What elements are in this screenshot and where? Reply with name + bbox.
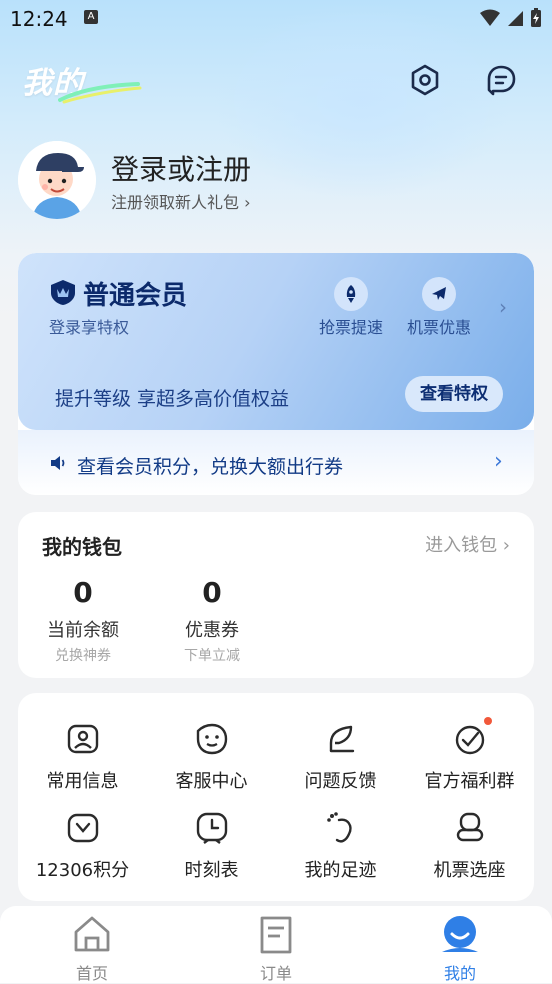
avatar-illustration xyxy=(18,141,96,219)
profile-icon xyxy=(442,916,478,952)
member-subtitle: 登录享特权 xyxy=(49,318,130,337)
battery-icon xyxy=(531,8,541,27)
service-frequent-info[interactable]: 常用信息 xyxy=(18,721,147,793)
tab-orders[interactable]: 订单 xyxy=(216,914,336,984)
status-bar: 12:24 A xyxy=(0,0,552,38)
chevron-right-icon[interactable]: › xyxy=(499,295,507,319)
service-label: 时刻表 xyxy=(184,860,239,881)
wallet-balance[interactable]: 0 当前余额 兑换神券 xyxy=(28,576,138,665)
login-register-title[interactable]: 登录或注册 xyxy=(111,148,251,188)
newbie-gift-link[interactable]: 注册领取新人礼包 › xyxy=(111,189,251,213)
tab-home[interactable]: 首页 xyxy=(32,914,152,984)
order-icon xyxy=(260,916,292,954)
footprint-icon xyxy=(326,812,352,843)
enter-wallet-link[interactable]: 进入钱包 › xyxy=(425,531,510,557)
tab-label: 我的 xyxy=(443,964,476,983)
home-icon xyxy=(74,916,110,952)
wallet-coupons[interactable]: 0 优惠券 下单立减 xyxy=(157,576,267,665)
tab-mine[interactable]: 我的 xyxy=(400,914,520,984)
avatar[interactable] xyxy=(18,141,96,219)
balance-value: 0 xyxy=(73,576,93,609)
service-customer-center[interactable]: 客服中心 xyxy=(147,721,276,793)
coupon-hint: 下单立减 xyxy=(184,648,240,664)
service-footprint[interactable]: 我的足迹 xyxy=(276,810,405,882)
service-label: 我的足迹 xyxy=(304,860,377,881)
service-label: 机票选座 xyxy=(433,860,506,881)
service-flight-seat[interactable]: 机票选座 xyxy=(405,810,534,882)
member-points-row[interactable]: 查看会员积分，兑换大额出行券 › xyxy=(18,430,534,495)
chevron-right-icon: › xyxy=(494,449,503,474)
service-welfare-group[interactable]: 官方福利群 xyxy=(405,717,534,793)
bottom-tab-bar: 首页 订单 我的 xyxy=(0,906,552,983)
member-level-name: 普通会员 xyxy=(83,281,188,311)
perk-flight-discount[interactable]: 机票优惠 xyxy=(399,277,479,338)
settings-icon[interactable] xyxy=(408,63,442,97)
wallet-card: 我的钱包 进入钱包 › 0 当前余额 兑换神券 0 优惠券 下单立减 xyxy=(18,512,534,678)
status-indicators xyxy=(480,8,542,28)
balance-hint: 兑换神券 xyxy=(55,648,111,664)
perk-label: 机票优惠 xyxy=(406,318,471,337)
service-label: 客服中心 xyxy=(175,771,248,792)
upgrade-text: 提升等级 享超多高价值权益 xyxy=(55,388,290,410)
service-label: 官方福利群 xyxy=(424,771,515,792)
wallet-title: 我的钱包 xyxy=(42,535,122,559)
balance-label: 当前余额 xyxy=(47,620,119,641)
wifi-icon xyxy=(480,9,500,26)
title-swoosh-decoration xyxy=(58,82,142,104)
perk-label: 抢票提速 xyxy=(318,318,383,337)
signal-icon xyxy=(508,11,523,26)
service-label: 问题反馈 xyxy=(304,771,377,792)
perk-ticket-speedup[interactable]: 抢票提速 xyxy=(311,277,391,338)
member-card: 普通会员 登录享特权 抢票提速 机票优惠 › 提升等级 享超多高价值权益 查看特… xyxy=(18,253,534,495)
view-perks-button[interactable]: 查看特权 xyxy=(405,376,503,412)
services-grid: 常用信息 客服中心 问题反馈 官方福利群 12306积分 时刻表 我的足迹 机票… xyxy=(18,693,534,901)
service-12306-points[interactable]: 12306积分 xyxy=(18,810,147,882)
coupon-value: 0 xyxy=(202,576,222,609)
new-badge xyxy=(484,717,492,725)
welfare-group-icon xyxy=(455,725,484,755)
service-feedback[interactable]: 问题反馈 xyxy=(276,721,405,793)
rocket-icon xyxy=(334,277,368,311)
message-icon[interactable] xyxy=(484,63,518,97)
plane-icon xyxy=(422,277,456,311)
clock-icon xyxy=(196,812,227,844)
coupon-label: 优惠券 xyxy=(185,620,239,641)
tab-label: 首页 xyxy=(75,964,108,983)
notification-a-icon: A xyxy=(84,10,98,24)
service-label: 常用信息 xyxy=(46,771,119,792)
tab-label: 订单 xyxy=(259,964,292,983)
speaker-icon xyxy=(51,456,65,470)
member-card-top[interactable]: 普通会员 登录享特权 抢票提速 机票优惠 › 提升等级 享超多高价值权益 查看特… xyxy=(18,253,534,430)
profile-card-icon xyxy=(67,724,98,754)
service-timetable[interactable]: 时刻表 xyxy=(147,810,276,882)
customer-service-icon xyxy=(196,723,227,755)
points-text: 查看会员积分，兑换大额出行券 xyxy=(77,456,344,478)
member-crown-icon xyxy=(51,280,75,305)
seat-icon xyxy=(456,812,483,842)
points-wallet-icon xyxy=(67,813,98,843)
feedback-pen-icon xyxy=(329,725,354,753)
status-time: 12:24 xyxy=(10,7,68,31)
service-label: 12306积分 xyxy=(35,860,130,881)
